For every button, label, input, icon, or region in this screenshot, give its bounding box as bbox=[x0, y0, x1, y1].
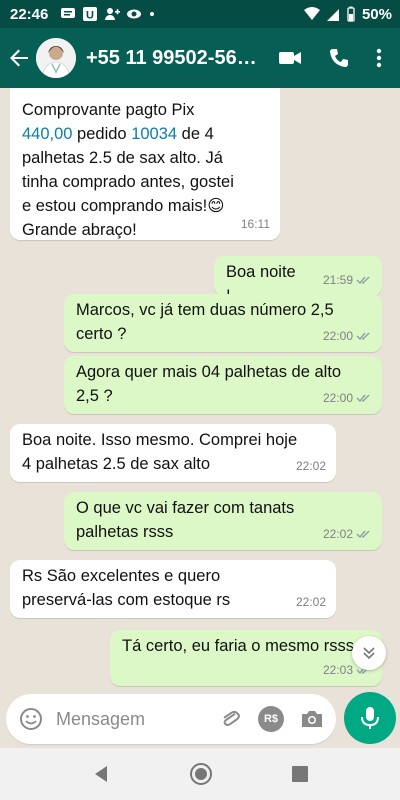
message-line: Marcos, vc já tem duas número 2,5 bbox=[76, 301, 334, 319]
double-check-icon bbox=[356, 276, 370, 285]
scroll-down-button[interactable] bbox=[352, 636, 386, 670]
chat-header: +55 11 99502-56… bbox=[0, 28, 400, 88]
message-bubble-incoming[interactable]: Rs São excelentes e quero preservá-las c… bbox=[10, 560, 336, 618]
message-meta: 22:02 bbox=[323, 522, 372, 546]
status-time: 22:46 bbox=[10, 5, 49, 23]
nav-home-icon[interactable] bbox=[189, 762, 213, 786]
message-line: O que vc vai fazer com tanats bbox=[76, 499, 295, 517]
signal-icon bbox=[326, 9, 339, 21]
back-arrow-icon bbox=[10, 49, 28, 67]
message-bubble-outgoing[interactable]: Tá certo, eu faria o mesmo rsss 22:03 bbox=[110, 630, 382, 686]
order-number-link[interactable]: 10034 bbox=[131, 125, 177, 143]
more-options-icon[interactable] bbox=[376, 47, 382, 69]
pix-amount-link[interactable]: 440,00 bbox=[22, 125, 72, 143]
battery-icon bbox=[347, 6, 355, 22]
mic-button[interactable] bbox=[344, 692, 396, 744]
status-bar: 22:46 U 50% bbox=[0, 0, 400, 28]
status-right: 50% bbox=[303, 5, 392, 23]
video-call-icon[interactable] bbox=[278, 46, 302, 70]
message-meta: 22:02 bbox=[296, 590, 326, 614]
message-line: Rs São excelentes e quero bbox=[22, 567, 221, 585]
message-time: 22:00 bbox=[322, 391, 353, 405]
message-time: 22:00 bbox=[322, 329, 353, 343]
nav-recents-icon[interactable] bbox=[291, 765, 309, 783]
phone-icon[interactable] bbox=[328, 47, 350, 69]
attach-icon[interactable] bbox=[218, 707, 242, 731]
dot-icon bbox=[150, 12, 155, 16]
add-contact-notification-icon bbox=[105, 8, 121, 20]
mic-icon bbox=[361, 707, 379, 729]
message-time: 22:02 bbox=[295, 459, 326, 473]
message-line: preservá-las com estoque rs bbox=[22, 591, 231, 609]
svg-text:U: U bbox=[86, 10, 94, 22]
double-check-icon bbox=[356, 394, 370, 403]
message-line: Agora quer mais 04 palhetas de alto bbox=[76, 363, 342, 381]
message-meta: 22:00 bbox=[323, 386, 372, 410]
message-line: Comprovante pagto Pix bbox=[22, 101, 195, 119]
message-input[interactable]: Mensagem bbox=[56, 709, 145, 730]
message-line: tinha comprado antes, gostei bbox=[22, 173, 234, 191]
contact-name[interactable]: +55 11 99502-56… bbox=[86, 47, 257, 70]
contact-photo bbox=[36, 38, 76, 78]
message-bubble-outgoing[interactable]: O que vc vai fazer com tanats palhetas r… bbox=[64, 492, 382, 550]
avatar[interactable] bbox=[36, 38, 76, 78]
message-bubble-outgoing[interactable]: Marcos, vc já tem duas número 2,5 certo … bbox=[64, 294, 382, 352]
battery-percent: 50% bbox=[361, 5, 392, 23]
system-navigation-bar bbox=[0, 748, 400, 800]
status-notification-icons: U bbox=[60, 6, 156, 22]
message-bubble-incoming[interactable]: Boa noite. Isso mesmo. Comprei hoje 4 pa… bbox=[10, 424, 336, 482]
message-time: 22:03 bbox=[322, 663, 353, 677]
message-bubble-outgoing[interactable]: Boa noite ! 21:59 bbox=[214, 256, 382, 305]
wifi-icon bbox=[303, 7, 320, 20]
message-line: Boa noite. Isso mesmo. Comprei hoje bbox=[22, 431, 298, 449]
message-meta: 21:59 bbox=[323, 268, 372, 292]
double-check-icon bbox=[356, 530, 370, 539]
emoji-icon[interactable] bbox=[18, 706, 44, 732]
scroll-down-icon bbox=[363, 647, 375, 660]
message-line: palhetas 2.5 de sax alto. Já bbox=[22, 149, 223, 167]
message-line: Grande abraço! bbox=[22, 221, 137, 239]
double-check-icon bbox=[356, 332, 370, 341]
message-meta: 16:11 bbox=[241, 212, 270, 236]
message-line: 440,00 pedido 10034 de 4 bbox=[22, 125, 214, 143]
message-notification-icon bbox=[61, 8, 76, 18]
camera-icon[interactable] bbox=[300, 708, 324, 730]
message-line: e estou comprando mais!😊 bbox=[22, 197, 225, 215]
currency-icon[interactable]: R$ bbox=[258, 706, 284, 732]
message-meta: 22:02 bbox=[296, 454, 326, 478]
message-bubble-incoming[interactable]: Comprovante pagto Pix 440,00 pedido 1003… bbox=[10, 88, 280, 240]
header-actions bbox=[278, 46, 382, 70]
message-input-box[interactable]: Mensagem R$ bbox=[6, 694, 336, 744]
back-button[interactable] bbox=[2, 47, 36, 69]
message-line: Tá certo, eu faria o mesmo rsss bbox=[122, 637, 354, 655]
message-bubble-outgoing[interactable]: Agora quer mais 04 palhetas de alto 2,5 … bbox=[64, 356, 382, 414]
message-time: 22:02 bbox=[295, 595, 326, 609]
eye-notification-icon bbox=[127, 9, 142, 19]
composer-actions: R$ bbox=[218, 706, 324, 732]
message-time: 16:11 bbox=[240, 217, 270, 231]
chat-area[interactable]: Comprovante pagto Pix 440,00 pedido 1003… bbox=[0, 88, 400, 692]
app-u-notification-icon: U bbox=[83, 7, 98, 22]
message-time: 21:59 bbox=[322, 273, 353, 287]
message-meta: 22:00 bbox=[323, 324, 372, 348]
message-time: 22:02 bbox=[322, 527, 353, 541]
composer-bar: Mensagem R$ bbox=[0, 692, 400, 748]
nav-back-icon[interactable] bbox=[91, 764, 111, 784]
message-line: 4 palhetas 2.5 de sax alto bbox=[22, 455, 211, 473]
